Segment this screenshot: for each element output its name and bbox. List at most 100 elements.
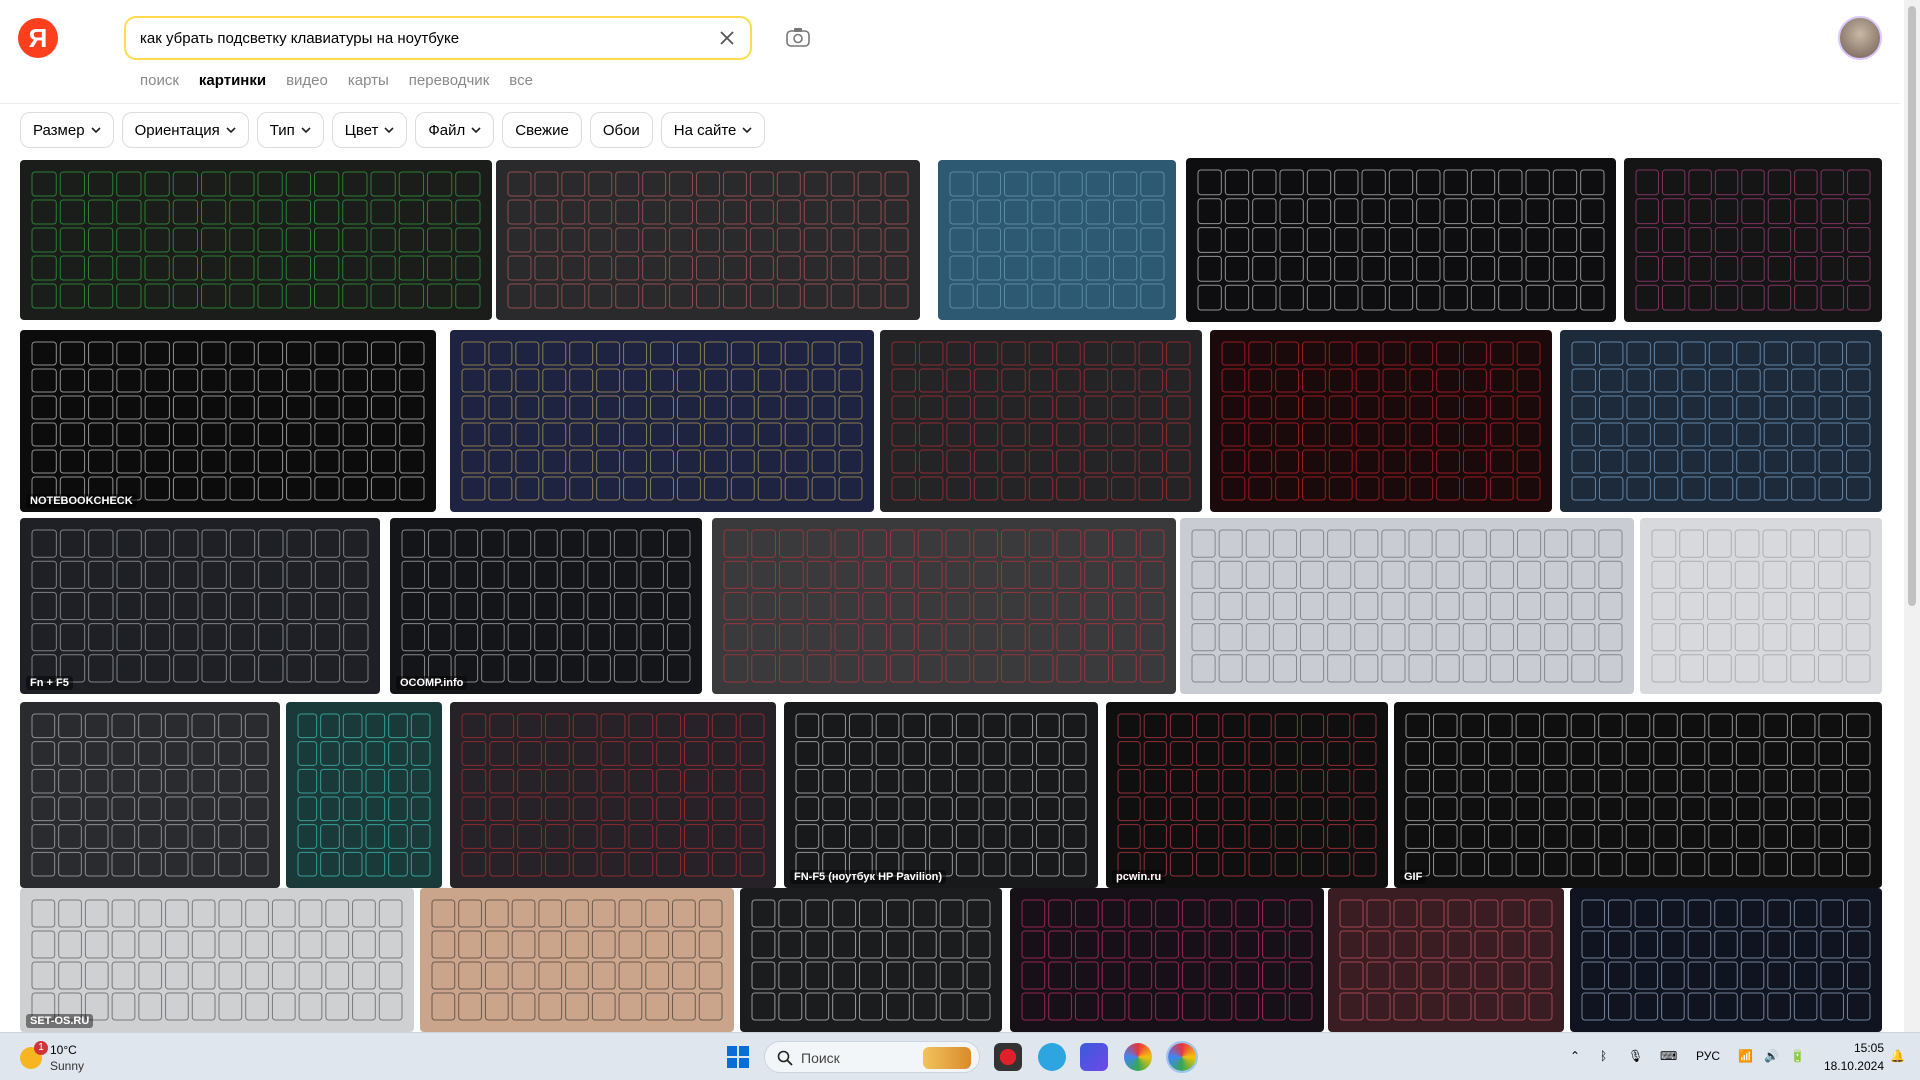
image-result[interactable]	[1624, 158, 1882, 322]
tab-5[interactable]: все	[509, 72, 533, 94]
system-clock[interactable]: 15:05 18.10.2024	[1814, 1039, 1884, 1075]
chevron-down-icon	[90, 127, 101, 134]
microphone-icon[interactable]: 🎙	[1628, 1049, 1643, 1063]
keyboard-photo	[1221, 341, 1541, 501]
weather-temp: 10°C	[50, 1043, 77, 1057]
tab-0[interactable]: поиск	[140, 72, 179, 94]
search-highlight-icon	[923, 1047, 971, 1069]
app-icon[interactable]	[1124, 1043, 1152, 1071]
image-result[interactable]: NOTEBOOKCHECK	[20, 330, 436, 512]
keyboard-photo	[1405, 713, 1871, 877]
image-result[interactable]: SET-OS.RU	[20, 888, 414, 1032]
image-result[interactable]	[1180, 518, 1634, 694]
image-result[interactable]	[20, 160, 492, 320]
image-result[interactable]: GIF	[1394, 702, 1882, 888]
image-result[interactable]	[712, 518, 1176, 694]
notifications-icon[interactable]: 🔔	[1890, 1049, 1905, 1063]
image-result[interactable]	[1186, 158, 1616, 322]
image-result[interactable]	[286, 702, 442, 888]
image-caption: OCOMP.info	[396, 676, 468, 690]
image-result[interactable]	[1560, 330, 1882, 512]
image-result[interactable]: FN-F5 (ноутбук HP Pavilion)	[784, 702, 1098, 888]
telegram-icon[interactable]	[1038, 1043, 1066, 1071]
chevron-down-icon	[384, 127, 394, 134]
keyboard-photo	[507, 171, 909, 309]
filter-chip[interactable]: На сайте	[660, 112, 766, 148]
vpn-app-icon[interactable]	[1080, 1043, 1108, 1071]
keyboard-photo	[723, 529, 1165, 683]
bluetooth-icon[interactable]: ᛒ	[1600, 1049, 1607, 1063]
filter-chip[interactable]: Размер	[20, 112, 114, 148]
filter-chip[interactable]: Тип	[256, 112, 324, 148]
weather-widget[interactable]: 1 10°C Sunny	[16, 1039, 156, 1075]
filter-chip[interactable]: Ориентация	[121, 112, 249, 148]
filter-chip[interactable]: Файл	[415, 112, 495, 148]
user-avatar[interactable]	[1838, 16, 1882, 60]
image-result[interactable]	[20, 702, 280, 888]
chevron-down-icon	[742, 127, 752, 134]
volume-icon[interactable]: 🔊	[1764, 1049, 1779, 1063]
taskbar-search[interactable]: Поиск	[764, 1041, 980, 1073]
image-result[interactable]	[880, 330, 1202, 512]
image-result[interactable]: pcwin.ru	[1106, 702, 1388, 888]
browser-icon[interactable]	[1166, 1041, 1198, 1073]
image-result[interactable]	[450, 702, 776, 888]
keyboard-photo	[1635, 169, 1871, 311]
scrollbar-thumb[interactable]	[1908, 6, 1916, 606]
wifi-icon[interactable]: 📶	[1738, 1049, 1753, 1063]
filter-chip[interactable]: Цвет	[331, 112, 408, 148]
search-input[interactable]	[140, 28, 700, 48]
filter-chip-label: Файл	[428, 121, 466, 139]
scrollbar[interactable]	[1904, 0, 1920, 1032]
search-icon	[777, 1050, 793, 1066]
chevron-down-icon	[471, 127, 481, 134]
close-icon[interactable]	[716, 27, 738, 49]
keyboard-photo	[297, 713, 431, 877]
windows-start-icon[interactable]	[726, 1045, 750, 1069]
filter-chip-label: Ориентация	[134, 121, 220, 139]
image-caption: SET-OS.RU	[26, 1014, 94, 1028]
keyboard-photo	[949, 171, 1165, 309]
tab-4[interactable]: переводчик	[409, 72, 489, 94]
battery-icon[interactable]: 🔋	[1790, 1049, 1805, 1063]
record-app-icon[interactable]	[994, 1043, 1022, 1071]
camera-icon[interactable]	[785, 26, 811, 48]
search-box[interactable]	[124, 16, 752, 60]
filter-chip[interactable]: Свежие	[502, 112, 582, 148]
keyboard-photo	[1197, 169, 1605, 311]
image-result[interactable]	[420, 888, 734, 1032]
chevron-down-icon	[226, 127, 236, 134]
keyboard-photo	[31, 529, 369, 683]
clock-date: 18.10.2024	[1823, 1059, 1884, 1073]
keyboard-photo	[431, 899, 723, 1021]
image-result[interactable]: OCOMP.info	[390, 518, 702, 694]
browser-page: Я поиск картинки видео карты переводчик все Р…	[0, 0, 1920, 1032]
filter-chip-label: Свежие	[515, 121, 569, 139]
keyboard-photo	[795, 713, 1087, 877]
keyboard-photo	[1339, 899, 1553, 1021]
search-tabs: поиск картинки видео карты переводчик все	[140, 72, 533, 94]
filter-chip[interactable]: Обои	[589, 112, 653, 148]
filter-chip-label: Размер	[33, 121, 85, 139]
tab-3[interactable]: карты	[348, 72, 389, 94]
image-result[interactable]	[496, 160, 920, 320]
filter-chip-label: Цвет	[344, 121, 379, 139]
tab-2[interactable]: видео	[286, 72, 328, 94]
image-result[interactable]	[450, 330, 874, 512]
image-caption: Fn + F5	[26, 676, 73, 690]
tab-1[interactable]: картинки	[199, 72, 266, 94]
image-result[interactable]: Fn + F5	[20, 518, 380, 694]
taskbar-search-label: Поиск	[801, 1050, 840, 1066]
header: Я поиск картинки видео карты переводчик все	[0, 0, 1900, 104]
chevron-up-icon[interactable]: ⌃	[1570, 1049, 1580, 1063]
yandex-logo[interactable]: Я	[18, 18, 58, 58]
keyboard-icon[interactable]: ⌨	[1660, 1049, 1677, 1063]
language-indicator[interactable]: РУС	[1696, 1049, 1720, 1063]
image-result[interactable]	[938, 160, 1176, 320]
image-result[interactable]	[1010, 888, 1324, 1032]
image-result[interactable]	[1570, 888, 1882, 1032]
image-result[interactable]	[1210, 330, 1552, 512]
image-result[interactable]	[740, 888, 1002, 1032]
image-result[interactable]	[1328, 888, 1564, 1032]
image-result[interactable]	[1640, 518, 1882, 694]
